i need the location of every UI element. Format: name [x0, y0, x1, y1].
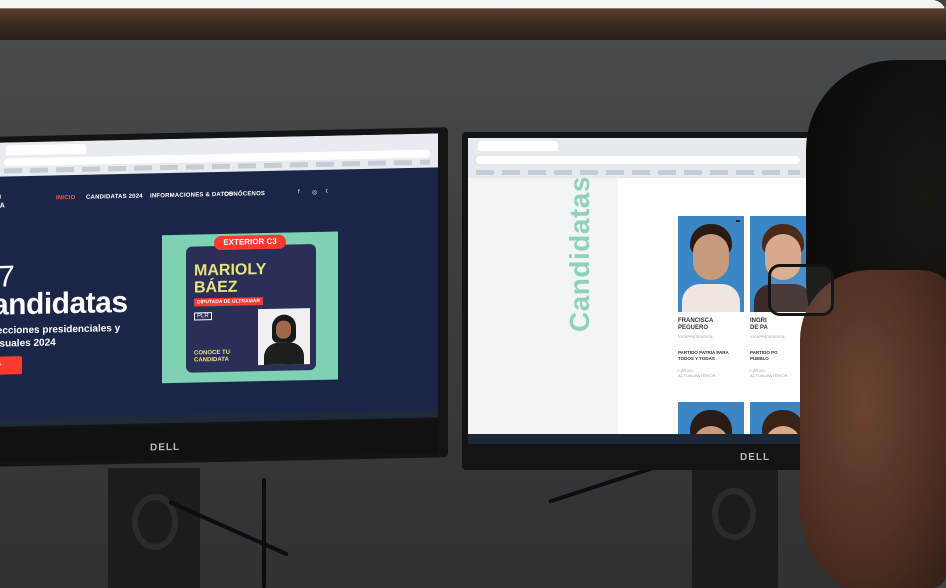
cable: [262, 478, 266, 588]
nav-informaciones[interactable]: INFORMACIONES & DATOS: [150, 192, 233, 200]
nav-conocenos[interactable]: CONÓCENOS: [224, 191, 265, 198]
browser-tab[interactable]: [478, 141, 558, 151]
monitor-brand-logo: DELL: [740, 452, 771, 463]
profile-party-line: TODOS Y TODAS: [678, 356, 715, 361]
nav-inicio[interactable]: INICIO: [56, 195, 76, 201]
right-monitor: Candidatas FRANCISCA PEGUERO VICEPRESIDE…: [462, 132, 814, 470]
district-tag: EXTERIOR C3: [214, 234, 286, 251]
profile-name: INGRI DE PA: [750, 318, 768, 332]
profile-badge: [736, 220, 740, 222]
os-taskbar[interactable]: [468, 434, 808, 444]
candidate-name: MARIOLY BÁEZ: [194, 261, 266, 297]
profile-party: PARTIDO PO PUEBLO: [750, 350, 778, 362]
photo-scene: U TA INICIO CANDIDATAS 2024 INFORMACIONE…: [0, 0, 946, 588]
featured-candidate-card[interactable]: MARIOLY BÁEZ DIPUTADA DE ULTRAMAR PLR CO…: [162, 231, 338, 384]
profile-name-line: INGRI: [750, 318, 767, 324]
candidate-name-line: BÁEZ: [194, 278, 238, 297]
profile-name-line: FRANCISCA: [678, 318, 714, 324]
photo-shoulders: [682, 284, 740, 312]
profile-party: PARTIDO PATRIA PARA TODOS Y TODAS: [678, 350, 729, 362]
photo-face: [693, 234, 729, 280]
candidate-photo: [258, 308, 310, 366]
profile-name: FRANCISCA PEGUERO: [678, 318, 713, 332]
site-logo[interactable]: U TA: [0, 194, 5, 210]
profile-role: VICEPRESIDENTA: [750, 334, 785, 339]
address-bar[interactable]: [476, 156, 800, 164]
instagram-icon[interactable]: ◎: [312, 189, 317, 196]
hero-title: andidatas: [0, 285, 128, 322]
bookmarks-bar[interactable]: [476, 170, 800, 175]
twitter-icon[interactable]: t: [326, 189, 328, 195]
logo-line: TA: [0, 202, 5, 210]
profile-name-line: PEGUERO: [678, 325, 709, 331]
eyeglasses: [768, 264, 834, 316]
card-cta[interactable]: CONOCE TU CANDIDATA: [194, 350, 234, 365]
left-monitor-screen: U TA INICIO CANDIDATAS 2024 INFORMACIONE…: [0, 133, 438, 427]
left-monitor: U TA INICIO CANDIDATAS 2024 INFORMACIONE…: [0, 127, 448, 467]
profile-name-line: DE PA: [750, 325, 768, 331]
profile-photo: [678, 216, 744, 312]
candidate-party: PLR: [194, 312, 212, 321]
candidate-name-line: MARIOLY: [194, 261, 267, 280]
candidate-role: DIPUTADA DE ULTRAMAR: [194, 297, 263, 307]
facebook-icon[interactable]: f: [298, 189, 300, 195]
profile-role: VICEPRESIDENTA: [678, 334, 713, 339]
card-panel: MARIOLY BÁEZ DIPUTADA DE ULTRAMAR PLR CO…: [186, 243, 316, 373]
right-stand-cable-hole: [712, 488, 756, 540]
top-edge: [0, 0, 946, 8]
profile-status-line: ACTUAL/ANTERIOR: [678, 373, 716, 378]
photo-face: [276, 320, 291, 339]
hero-subtitle-line: lecciones presidenciales y: [0, 323, 121, 337]
person-face: [800, 270, 946, 588]
monitor-bezel: [0, 419, 438, 463]
profile-status: CARGO: ACTUAL/ANTERIOR: [750, 368, 788, 378]
card-cta-line: CANDIDATA: [194, 356, 229, 364]
logo-line: U: [0, 194, 5, 202]
browser-chrome: [468, 138, 808, 178]
right-monitor-screen: Candidatas FRANCISCA PEGUERO VICEPRESIDE…: [468, 138, 808, 444]
candidate-profile-card[interactable]: FRANCISCA PEGUERO VICEPRESIDENTA PARTIDO…: [678, 216, 744, 396]
hero-subtitle-line: esuales 2024: [0, 337, 56, 350]
photo-body: [264, 342, 304, 366]
vertical-section-title: Candidatas: [564, 176, 595, 332]
browser-tab[interactable]: [6, 143, 86, 156]
profile-status: CARGO: ACTUAL/ANTERIOR: [678, 368, 716, 378]
hero-cta-label: celas: [0, 362, 1, 368]
hero-cta-button[interactable]: celas: [0, 356, 22, 375]
hero-subtitle: lecciones presidenciales y esuales 2024: [0, 322, 124, 351]
monitor-brand-logo: DELL: [150, 441, 181, 454]
profile-status-line: ACTUAL/ANTERIOR: [750, 373, 788, 378]
nav-candidatas[interactable]: CANDIDATAS 2024: [86, 194, 143, 201]
profile-party-line: PUEBLO: [750, 356, 769, 361]
